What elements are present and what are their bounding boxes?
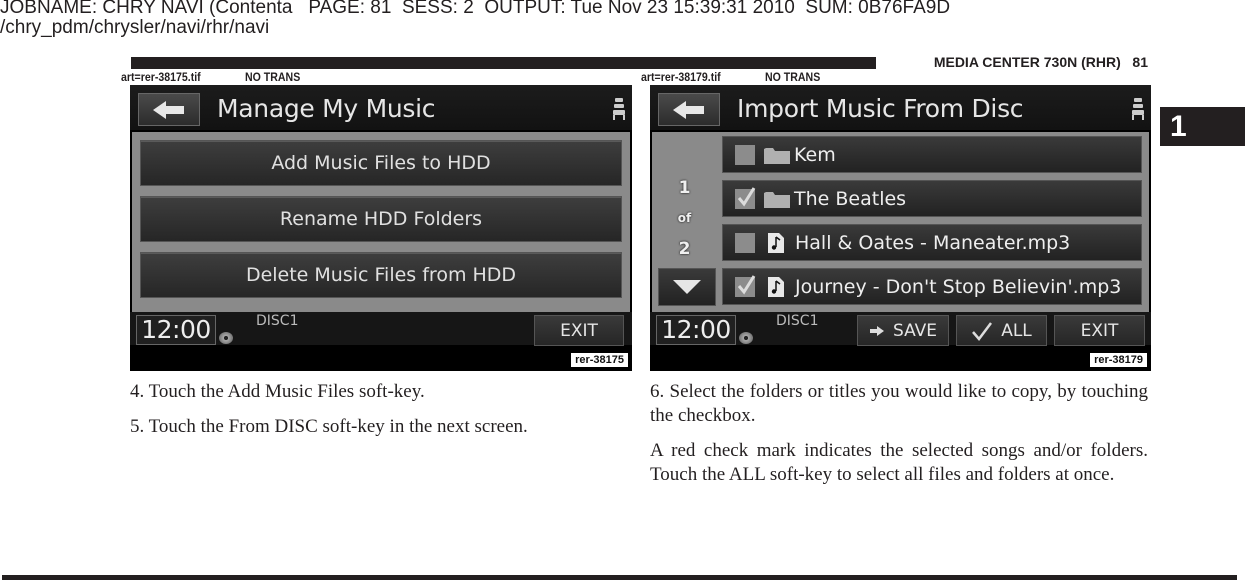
save-label: SAVE: [892, 320, 938, 341]
item-label: Hall & Oates - Maneater.mp3: [795, 231, 1071, 254]
checkbox-checked[interactable]: [735, 186, 756, 209]
back-button[interactable]: [138, 93, 200, 126]
job-header-line-1: JOBNAME: CHRY NAVI (Contenta PAGE: 81 SE…: [0, 0, 951, 18]
add-music-files-button[interactable]: Add Music Files to HDD: [140, 140, 622, 186]
select-all-button[interactable]: ALL: [956, 315, 1047, 346]
step-4: 4. Touch the Add Music Files soft-key.: [130, 381, 425, 402]
clock[interactable]: 12:00: [656, 315, 736, 345]
import-music-screen: Import Music From Disc 1 of 2 Kem The Be…: [650, 85, 1151, 371]
page-of: of: [677, 211, 692, 225]
checkbox-unchecked[interactable]: [735, 144, 755, 165]
exit-label: EXIT: [1080, 320, 1119, 341]
page-current: 1: [678, 178, 691, 198]
step-5: 5. Touch the From DISC soft-key in the n…: [130, 416, 528, 437]
menu-panel: Add Music Files to HDD Rename HDD Folder…: [132, 132, 630, 312]
header-rule: [131, 57, 876, 69]
title-bar: Manage My Music: [130, 85, 632, 130]
disc-icon: [219, 332, 233, 344]
arrow-left-icon: [153, 100, 184, 119]
source-label: DISC1: [776, 313, 819, 329]
page-total: 2: [678, 239, 691, 259]
delete-music-files-button[interactable]: Delete Music Files from HDD: [140, 252, 622, 298]
note-paragraph: A red check mark indicates the selected …: [650, 440, 1148, 485]
arrow-right-icon: [869, 325, 884, 336]
music-file-icon: [768, 232, 784, 253]
back-button[interactable]: [658, 93, 720, 126]
all-label: ALL: [1001, 320, 1032, 341]
figure-id: rer-38179: [1089, 352, 1148, 368]
item-label: Journey - Don't Stop Believin'.mp3: [795, 275, 1122, 298]
checkmark-icon: [972, 321, 993, 341]
figure-id: rer-38175: [570, 352, 629, 368]
checkmark-icon: [737, 274, 756, 295]
checkbox-unchecked[interactable]: [735, 232, 755, 253]
running-head: MEDIA CENTER 730N (RHR) 81: [933, 54, 1148, 70]
triangle-down-icon: [673, 280, 701, 294]
list-panel: 1 of 2 Kem The Beatles Hall & Oates - Ma…: [652, 132, 1149, 312]
item-label: The Beatles: [794, 187, 907, 210]
exit-label: EXIT: [560, 320, 598, 341]
bottom-bar: 12:00 DISC1 EXIT: [130, 312, 632, 346]
disc-icon: [739, 332, 753, 344]
exit-button[interactable]: EXIT: [534, 315, 624, 346]
bottom-rule: [2, 575, 1237, 580]
folder-icon: [764, 191, 790, 208]
scroll-down-button[interactable]: [658, 268, 716, 306]
section-tab: 1: [1160, 107, 1245, 146]
folder-icon: [764, 147, 790, 164]
trans-label: NO TRANS: [765, 72, 821, 84]
list-item[interactable]: Kem: [722, 136, 1142, 173]
arrow-left-icon: [673, 100, 704, 119]
art-label: art=rer-38175.tif: [121, 72, 201, 84]
checkbox-checked[interactable]: [735, 274, 756, 297]
list-item[interactable]: Hall & Oates - Maneater.mp3: [722, 224, 1142, 261]
clock[interactable]: 12:00: [136, 315, 216, 345]
right-column-text: 6. Select the folders or titles you woul…: [650, 380, 1148, 498]
job-header-line-2: /chry_pdm/chrysler/navi/rhr/navi: [0, 17, 270, 38]
left-column-text: 4. Touch the Add Music Files soft-key. 5…: [130, 380, 630, 450]
save-button[interactable]: SAVE: [857, 315, 949, 346]
music-file-icon: [768, 276, 784, 297]
manage-my-music-screen: Manage My Music Add Music Files to HDD R…: [130, 85, 632, 371]
item-label: Kem: [794, 143, 836, 166]
trans-label: NO TRANS: [245, 72, 301, 84]
source-label: DISC1: [256, 313, 299, 329]
screen-title: Import Music From Disc: [737, 94, 1024, 123]
checkmark-icon: [737, 186, 756, 207]
seat-icon: [1132, 98, 1144, 120]
bottom-bar: 12:00 DISC1 SAVE ALL EXIT: [650, 312, 1151, 346]
step-6: 6. Select the folders or titles you woul…: [650, 381, 1148, 426]
exit-button[interactable]: EXIT: [1054, 315, 1145, 346]
art-label: art=rer-38179.tif: [641, 72, 721, 84]
rename-hdd-folders-button[interactable]: Rename HDD Folders: [140, 196, 622, 242]
list-item[interactable]: Journey - Don't Stop Believin'.mp3: [722, 268, 1142, 305]
title-bar: Import Music From Disc: [650, 85, 1151, 130]
seat-icon: [613, 98, 625, 120]
screen-title: Manage My Music: [217, 94, 436, 123]
list-item[interactable]: The Beatles: [722, 180, 1142, 217]
